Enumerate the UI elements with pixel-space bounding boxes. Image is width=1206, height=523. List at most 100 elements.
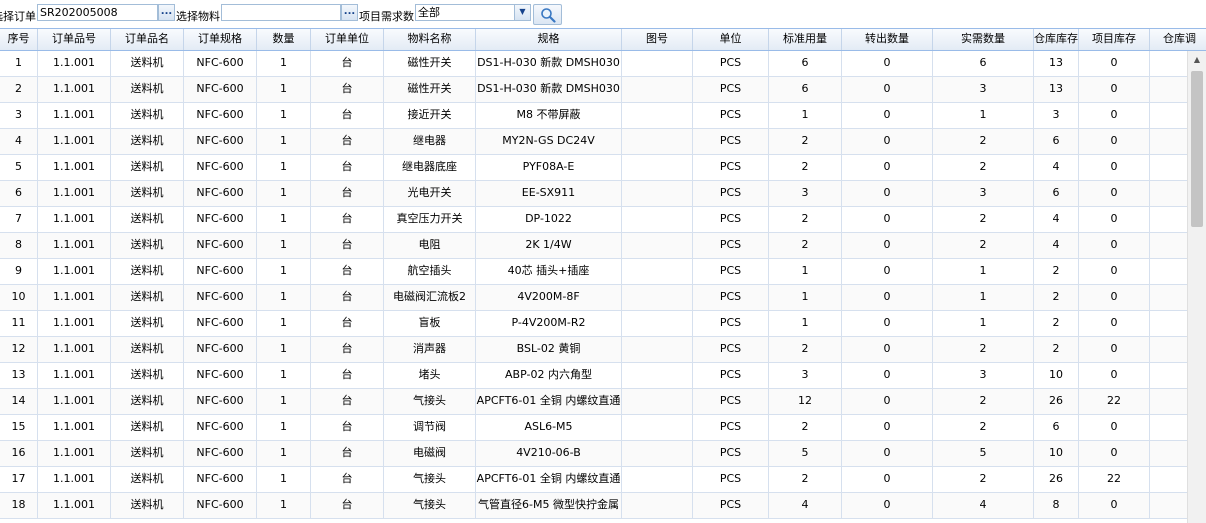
table-row[interactable]: 14 1.1.001 送料机 NFC-600 1 台气接头 APCFT6-01 全铜 内螺纹… (0, 389, 1187, 415)
table-row[interactable]: 4 1.1.001 送料机 NFC-600 1 台继电器 MY2N-GS DC24V PCS 2… (0, 129, 1187, 155)
cell-warehouse-transfer (1150, 389, 1187, 414)
cell-transfer-out-qty: 0 (842, 233, 933, 258)
cell-material-name: 电阻 (384, 233, 476, 258)
table-row[interactable]: 8 1.1.001 送料机 NFC-600 1 台电阻 2K 1/4W PCS 2 0 2 4 0 (0, 233, 1187, 259)
cell-spec: 4V210-06-B (476, 441, 622, 466)
table-row[interactable]: 12 1.1.001 送料机 NFC-600 1 台消声器 BSL-02 黄铜 PCS 2 0 2 2… (0, 337, 1187, 363)
table-row[interactable]: 5 1.1.001 送料机 NFC-600 1 台继电器底座 PYF08A-E PCS 2 0 2 4… (0, 155, 1187, 181)
column-header-order-spec[interactable]: 订单规格 (184, 29, 257, 50)
cell-order-unit: 台 (311, 129, 384, 154)
cell-actual-demand-qty: 1 (933, 285, 1034, 310)
table-row[interactable]: 13 1.1.001 送料机 NFC-600 1 台堵头 ABP-02 内六角型 PCS 3 0 3… (0, 363, 1187, 389)
column-header-order-item-name[interactable]: 订单品名 (111, 29, 184, 50)
cell-spec: P-4V200M-R2 (476, 311, 622, 336)
table-row[interactable]: 15 1.1.001 送料机 NFC-600 1 台调节阀 ASL6-M5 PCS 2 0 2 6 0 (0, 415, 1187, 441)
column-header-warehouse-transfer[interactable]: 仓库调 (1150, 29, 1206, 50)
cell-project-stock: 0 (1079, 207, 1150, 232)
cell-seq: 18 (0, 493, 38, 518)
column-header-seq[interactable]: 序号 (0, 29, 38, 50)
cell-drawing-no (622, 285, 693, 310)
cell-seq: 7 (0, 207, 38, 232)
column-header-material-name[interactable]: 物料名称 (384, 29, 476, 50)
cell-unit: PCS (693, 285, 769, 310)
cell-warehouse-stock: 4 (1034, 155, 1079, 180)
cell-order-unit: 台 (311, 155, 384, 180)
cell-project-stock: 0 (1079, 285, 1150, 310)
column-header-order-unit[interactable]: 订单单位 (311, 29, 384, 50)
column-header-transfer-out-qty[interactable]: 转出数量 (842, 29, 933, 50)
cell-order-spec: NFC-600 (184, 285, 257, 310)
table-row[interactable]: 1 1.1.001 送料机 NFC-600 1 台磁性开关 DS1-H-030 新款 DMS… (0, 51, 1187, 77)
cell-spec: ASL6-M5 (476, 415, 622, 440)
table-row[interactable]: 2 1.1.001 送料机 NFC-600 1 台磁性开关 DS1-H-030 新款 DMS… (0, 77, 1187, 103)
vertical-scrollbar[interactable]: ▲ (1187, 51, 1206, 523)
cell-transfer-out-qty: 0 (842, 389, 933, 414)
cell-drawing-no (622, 493, 693, 518)
demand-select[interactable]: 全部 (415, 4, 515, 21)
column-header-project-stock[interactable]: 项目库存 (1079, 29, 1150, 50)
cell-standard-usage: 12 (769, 389, 842, 414)
cell-order-item-no: 1.1.001 (38, 337, 111, 362)
cell-actual-demand-qty: 2 (933, 337, 1034, 362)
cell-material-name: 继电器 (384, 129, 476, 154)
cell-standard-usage: 1 (769, 285, 842, 310)
cell-unit: PCS (693, 363, 769, 388)
cell-warehouse-transfer (1150, 103, 1187, 128)
material-picker-button[interactable]: ... (341, 4, 358, 21)
table-row[interactable]: 3 1.1.001 送料机 NFC-600 1 台接近开关 M8 不带屏蔽 PCS 1 0 1 3 0 (0, 103, 1187, 129)
cell-quantity: 1 (257, 129, 311, 154)
cell-unit: PCS (693, 233, 769, 258)
column-header-actual-demand-qty[interactable]: 实需数量 (933, 29, 1034, 50)
cell-quantity: 1 (257, 155, 311, 180)
cell-transfer-out-qty: 0 (842, 155, 933, 180)
column-header-unit[interactable]: 单位 (693, 29, 769, 50)
table-row[interactable]: 7 1.1.001 送料机 NFC-600 1 台真空压力开关 DP-1022 PCS 2 0 2 4… (0, 207, 1187, 233)
cell-order-spec: NFC-600 (184, 155, 257, 180)
cell-warehouse-transfer (1150, 311, 1187, 336)
column-header-standard-usage[interactable]: 标准用量 (769, 29, 842, 50)
column-header-drawing-no[interactable]: 图号 (622, 29, 693, 50)
cell-unit: PCS (693, 415, 769, 440)
cell-transfer-out-qty: 0 (842, 181, 933, 206)
table-row[interactable]: 16 1.1.001 送料机 NFC-600 1 台电磁阀 4V210-06-B PCS 5 0 5… (0, 441, 1187, 467)
cell-warehouse-transfer (1150, 415, 1187, 440)
material-input[interactable] (221, 4, 341, 21)
cell-quantity: 1 (257, 233, 311, 258)
cell-drawing-no (622, 233, 693, 258)
cell-standard-usage: 3 (769, 363, 842, 388)
table-row[interactable]: 17 1.1.001 送料机 NFC-600 1 台气接头 APCFT6-01 全铜 内螺纹… (0, 467, 1187, 493)
scroll-up-arrow-icon[interactable]: ▲ (1190, 55, 1204, 65)
table-row[interactable]: 10 1.1.001 送料机 NFC-600 1 台电磁阀汇流板2 4V200M-8F PCS… (0, 285, 1187, 311)
cell-order-item-no: 1.1.001 (38, 467, 111, 492)
column-header-order-item-no[interactable]: 订单品号 (38, 29, 111, 50)
search-button[interactable] (533, 4, 562, 25)
cell-standard-usage: 6 (769, 51, 842, 76)
cell-project-stock: 0 (1079, 155, 1150, 180)
cell-transfer-out-qty: 0 (842, 493, 933, 518)
column-header-spec[interactable]: 规格 (476, 29, 622, 50)
cell-spec: MY2N-GS DC24V (476, 129, 622, 154)
table-row[interactable]: 11 1.1.001 送料机 NFC-600 1 台盲板 P-4V200M-R2 PCS 1 0 1… (0, 311, 1187, 337)
cell-material-name: 调节阀 (384, 415, 476, 440)
cell-order-spec: NFC-600 (184, 311, 257, 336)
chevron-down-icon[interactable]: ▼ (514, 4, 531, 21)
cell-spec: M8 不带屏蔽 (476, 103, 622, 128)
order-picker-button[interactable]: ... (158, 4, 175, 21)
cell-drawing-no (622, 467, 693, 492)
cell-actual-demand-qty: 4 (933, 493, 1034, 518)
scroll-thumb[interactable] (1191, 71, 1203, 227)
table-row[interactable]: 9 1.1.001 送料机 NFC-600 1 台航空插头 40芯 插头+插座 PCS 1 0 1 2… (0, 259, 1187, 285)
cell-actual-demand-qty: 6 (933, 51, 1034, 76)
cell-order-unit: 台 (311, 285, 384, 310)
cell-order-unit: 台 (311, 259, 384, 284)
cell-transfer-out-qty: 0 (842, 103, 933, 128)
table-row[interactable]: 6 1.1.001 送料机 NFC-600 1 台光电开关 EE-SX911 PCS 3 0 3 6 0 (0, 181, 1187, 207)
order-input[interactable]: SR202005008 (37, 4, 158, 21)
cell-spec: DS1-H-030 新款 DMSH030 (476, 51, 622, 76)
cell-warehouse-stock: 2 (1034, 259, 1079, 284)
cell-order-unit: 台 (311, 51, 384, 76)
table-row[interactable]: 18 1.1.001 送料机 NFC-600 1 台气接头 气管直径6-M5 微型快拧金属 P… (0, 493, 1187, 519)
column-header-warehouse-stock[interactable]: 仓库库存 (1034, 29, 1079, 50)
cell-order-item-no: 1.1.001 (38, 363, 111, 388)
column-header-quantity[interactable]: 数量 (257, 29, 311, 50)
